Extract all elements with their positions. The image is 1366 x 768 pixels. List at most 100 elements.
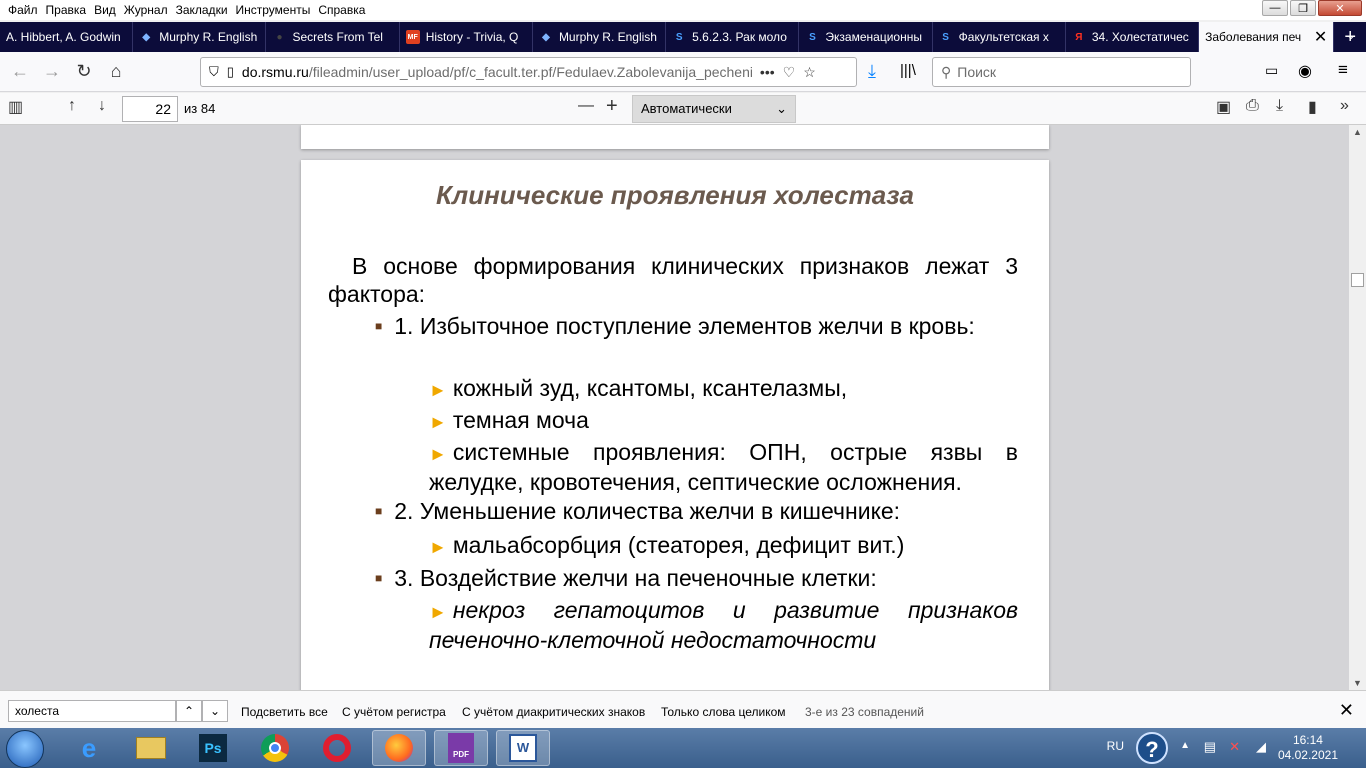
ie-icon[interactable]: e — [62, 730, 116, 766]
list-item-2: ■ 2. Уменьшение количества желчи в кишечн… — [375, 497, 1018, 525]
find-next-button[interactable]: ⌄ — [202, 700, 228, 722]
print-icon[interactable]: ⎙ — [1246, 97, 1259, 115]
menu-bookmarks[interactable]: Закладки — [172, 3, 232, 17]
tab-5[interactable]: ◆ Murphy R. English — [533, 22, 667, 52]
photoshop-icon[interactable]: Ps — [186, 730, 240, 766]
restore-button[interactable]: ❐ — [1290, 0, 1316, 16]
previous-page-icon[interactable]: ↑ — [68, 97, 76, 115]
book-icon: ◆ — [142, 31, 151, 43]
help-icon[interactable]: ? — [1136, 732, 1168, 764]
url-bar[interactable]: ⛉ ▯ do.rsmu.ru/fileadmin/user_upload/pf/… — [200, 57, 857, 87]
bookmark-icon[interactable]: ▮ — [1308, 97, 1317, 117]
page-actions-icon[interactable]: ••• — [760, 64, 775, 80]
arrow-bullet-icon: ► — [429, 537, 447, 557]
zoom-in-icon[interactable]: + — [606, 95, 618, 118]
page-info-icon[interactable]: ▯ — [227, 64, 234, 80]
reload-button[interactable]: ↻ — [68, 56, 100, 88]
find-input[interactable]: холеста — [8, 700, 176, 722]
explorer-icon[interactable] — [124, 730, 178, 766]
search-bar[interactable]: ⚲ Поиск — [932, 57, 1191, 87]
save-icon[interactable]: ⤓ — [1276, 97, 1283, 115]
scroll-down-icon[interactable]: ▼ — [1349, 678, 1366, 688]
sidebar-icon[interactable]: ▭ — [1265, 62, 1278, 79]
match-diacritics-toggle[interactable]: С учётом диакритических знаков — [462, 705, 645, 719]
zoom-select[interactable]: Автоматически ⌄ — [632, 95, 796, 123]
tab-bar: A. Hibbert, A. Godwin ◆ Murphy R. English… — [0, 22, 1366, 52]
match-case-toggle[interactable]: С учётом регистра — [342, 705, 446, 719]
tray-devices-icon[interactable]: ▤ — [1204, 739, 1216, 755]
menu-help[interactable]: Справка — [314, 3, 369, 17]
tab-2[interactable]: ◆ Murphy R. English — [133, 22, 267, 52]
minimize-button[interactable]: — — [1262, 0, 1288, 16]
tab-label: Заболевания печ — [1205, 30, 1302, 44]
language-indicator[interactable]: RU — [1107, 739, 1124, 753]
menu-view[interactable]: Вид — [90, 3, 120, 17]
close-find-bar-icon[interactable]: ✕ — [1339, 700, 1354, 721]
tab-label: 5.6.2.3. Рак моло — [692, 30, 787, 44]
arrow-bullet-icon: ► — [429, 444, 447, 464]
tools-chevron-icon[interactable]: » — [1340, 97, 1349, 115]
bookmark-star-icon[interactable]: ☆ — [803, 64, 816, 81]
close-window-button[interactable]: ✕ — [1318, 0, 1362, 16]
pdf-viewer[interactable]: Клинические проявления холестаза В основ… — [0, 125, 1366, 690]
tab-label: Экзаменационны — [825, 30, 922, 44]
s-icon: S — [942, 31, 949, 43]
tab-3[interactable]: ● Secrets From Tel — [266, 22, 400, 52]
tray-chevron-icon[interactable]: ▲ — [1180, 740, 1190, 751]
tab-label: Secrets From Tel — [292, 30, 383, 44]
vertical-scrollbar[interactable]: ▲ ▼ — [1349, 125, 1366, 690]
tab-9[interactable]: Я 34. Холестатичес — [1066, 22, 1200, 52]
scroll-up-icon[interactable]: ▲ — [1349, 127, 1366, 137]
tab-7[interactable]: S Экзаменационны — [799, 22, 933, 52]
find-previous-button[interactable]: ⌃ — [176, 700, 202, 722]
tab-8[interactable]: S Факультетская х — [933, 22, 1066, 52]
menu-edit[interactable]: Правка — [42, 3, 91, 17]
tab-active[interactable]: Заболевания печ ✕ — [1199, 22, 1335, 52]
list-item-text: 1. Избыточное поступление элементов желч… — [394, 313, 975, 339]
page-number-input[interactable]: 22 — [122, 96, 178, 122]
tab-label: Murphy R. English — [159, 30, 258, 44]
menu-tools[interactable]: Инструменты — [232, 3, 315, 17]
menu-file[interactable]: Файл — [4, 3, 42, 17]
word-icon[interactable]: W — [496, 730, 550, 766]
mf-icon: MF — [405, 30, 420, 44]
menu-bar: Файл Правка Вид Журнал Закладки Инструме… — [0, 0, 1366, 20]
tab-4[interactable]: MF History - Trivia, Q — [400, 22, 533, 52]
pocket-icon[interactable]: ♡ — [783, 64, 796, 81]
clock-date: 04.02.2021 — [1277, 748, 1338, 762]
arrow-bullet-icon: ► — [429, 412, 447, 432]
scroll-thumb[interactable] — [1351, 273, 1364, 287]
downloads-icon[interactable]: ⤓ — [868, 61, 876, 82]
find-bar: холеста ⌃ ⌄ Подсветить все С учётом реги… — [0, 690, 1366, 728]
arrow-bullet-icon: ► — [429, 380, 447, 400]
app-menu-icon[interactable]: ≡ — [1338, 60, 1348, 80]
url-text[interactable]: do.rsmu.ru/fileadmin/user_upload/pf/c_fa… — [242, 64, 752, 80]
forward-button[interactable]: → — [36, 56, 68, 88]
whole-words-toggle[interactable]: Только слова целиком — [661, 705, 786, 719]
tab-6[interactable]: S 5.6.2.3. Рак моло — [666, 22, 800, 52]
firefox-icon[interactable] — [372, 730, 426, 766]
opera-icon[interactable] — [310, 730, 364, 766]
menu-history[interactable]: Журнал — [120, 3, 172, 17]
highlight-all-toggle[interactable]: Подсветить все — [241, 705, 328, 719]
tray-volume-icon[interactable]: ◢ — [1256, 739, 1266, 755]
next-page-icon[interactable]: ↓ — [98, 97, 106, 115]
library-icon[interactable]: |||\ — [900, 62, 916, 79]
sub-item-2-1: ► мальабсорбция (стеаторея, дефицит вит.) — [429, 531, 1018, 561]
home-button[interactable]: ⌂ — [100, 56, 132, 88]
start-button[interactable] — [6, 730, 44, 768]
tab-1[interactable]: A. Hibbert, A. Godwin — [0, 22, 134, 52]
back-button[interactable]: ← — [4, 56, 36, 88]
slide-title: Клинические проявления холестаза — [436, 180, 914, 210]
shield-icon[interactable]: ⛉ — [209, 64, 219, 80]
tab-list-chevron-icon[interactable]: ⌄ — [1346, 28, 1356, 42]
close-tab-icon[interactable]: ✕ — [1310, 27, 1327, 47]
chrome-icon[interactable] — [248, 730, 302, 766]
account-icon[interactable]: ◉ — [1298, 61, 1312, 81]
toggle-sidebar-icon[interactable]: ▥ — [8, 97, 23, 117]
zoom-out-icon[interactable]: — — [578, 97, 594, 115]
presentation-mode-icon[interactable]: ▣ — [1216, 97, 1231, 117]
pdf-reader-icon[interactable]: PDF — [434, 730, 488, 766]
clock[interactable]: 16:14 04.02.2021 — [1278, 733, 1338, 763]
tray-network-icon[interactable]: ✕ — [1229, 739, 1240, 755]
